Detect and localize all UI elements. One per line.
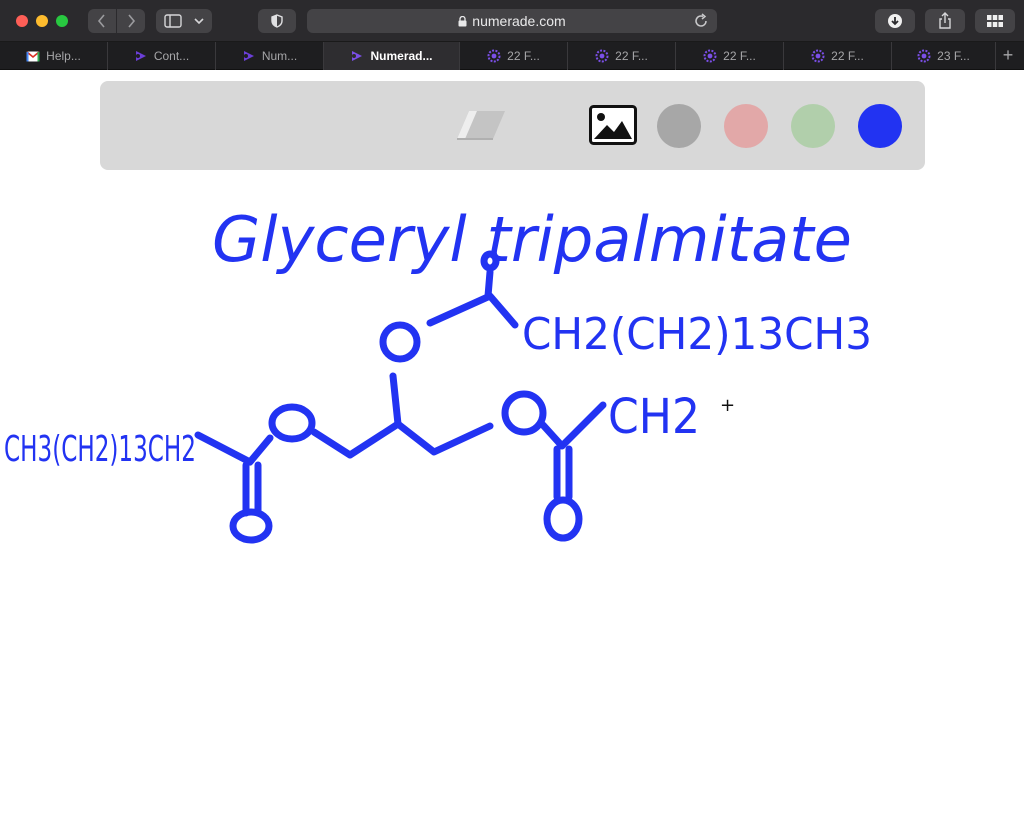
flower-icon <box>487 49 501 63</box>
url-text: numerade.com <box>472 13 566 29</box>
glycerol-backbone <box>310 372 494 459</box>
zoom-window-button[interactable] <box>56 15 68 27</box>
share-icon <box>939 12 951 29</box>
tab-label: 23 F... <box>937 49 970 63</box>
privacy-report-button[interactable] <box>258 9 296 33</box>
gmail-icon <box>26 50 40 62</box>
top-chain-text: CH2(CH2)13CH3 <box>522 309 872 360</box>
title-text: Glyceryl tripalmitate <box>212 203 852 276</box>
numerade-icon <box>134 49 148 63</box>
browser-window: numerade.com Help... Cont... Num... Nume… <box>0 0 1024 826</box>
chevron-down-icon <box>194 18 204 25</box>
numerade-icon <box>350 49 364 63</box>
address-bar[interactable]: numerade.com <box>307 9 717 33</box>
tab-22f-2[interactable]: 22 F... <box>568 42 676 70</box>
tab-content[interactable]: Cont... <box>108 42 216 70</box>
tab-22f-3[interactable]: 22 F... <box>676 42 784 70</box>
numerade-icon <box>242 49 256 63</box>
back-button[interactable] <box>88 9 116 33</box>
tab-label: Help... <box>46 49 81 63</box>
crosshair-cursor: + <box>720 395 736 416</box>
lock-icon <box>458 15 467 26</box>
download-icon <box>888 14 902 28</box>
tab-label: 22 F... <box>723 49 756 63</box>
chevron-right-icon <box>128 14 136 28</box>
handwritten-drawing: Glyceryl tripalmitate CH2(CH2)13CH3 O <box>4 203 872 544</box>
sidebar-toggle-button[interactable] <box>156 9 212 33</box>
forward-button[interactable] <box>117 9 145 33</box>
share-button[interactable] <box>925 9 965 33</box>
close-window-button[interactable] <box>16 15 28 27</box>
tab-23f[interactable]: 23 F... <box>892 42 996 70</box>
flower-icon <box>811 49 825 63</box>
flower-icon <box>703 49 717 63</box>
tab-label: 22 F... <box>831 49 864 63</box>
sidebar-icon <box>164 14 182 28</box>
tab-help[interactable]: Help... <box>0 42 108 70</box>
tab-label: Cont... <box>153 49 190 63</box>
new-tab-button[interactable]: + <box>996 42 1020 69</box>
flower-icon <box>917 49 931 63</box>
minimize-window-button[interactable] <box>36 15 48 27</box>
tab-label: Num... <box>261 49 298 63</box>
tab-overview-button[interactable] <box>975 9 1015 33</box>
grid-icon <box>987 15 1003 27</box>
tab-bar: Help... Cont... Num... Numerad... 22 F..… <box>0 42 1024 70</box>
downloads-button[interactable] <box>875 9 915 33</box>
chevron-left-icon <box>97 14 105 28</box>
tab-numerade-1[interactable]: Num... <box>216 42 324 70</box>
tab-22f-4[interactable]: 22 F... <box>784 42 892 70</box>
tab-label: 22 F... <box>507 49 540 63</box>
flower-icon <box>595 49 609 63</box>
shield-icon <box>271 14 283 28</box>
right-chain-text: CH2 <box>608 389 700 445</box>
browser-toolbar: numerade.com <box>0 0 1024 42</box>
whiteboard-canvas[interactable]: Glyceryl tripalmitate CH2(CH2)13CH3 O <box>0 71 1024 826</box>
tab-22f-1[interactable]: 22 F... <box>460 42 568 70</box>
tab-label: 22 F... <box>615 49 648 63</box>
reload-icon[interactable] <box>693 13 709 29</box>
tab-numerade-active[interactable]: Numerad... <box>324 42 460 70</box>
left-chain-text: CH3(CH2)13CH2 <box>4 429 196 470</box>
tab-label: Numerad... <box>370 49 433 63</box>
